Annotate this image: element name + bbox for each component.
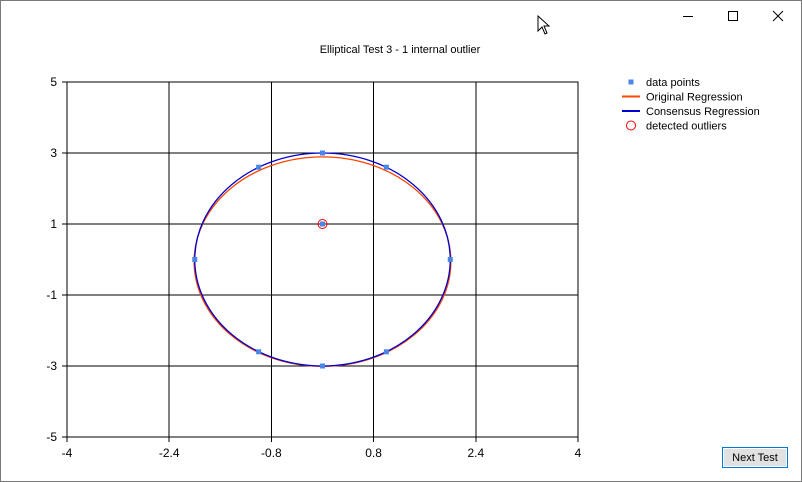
legend-label: detected outliers <box>646 121 727 133</box>
data-point <box>383 164 389 170</box>
data-point <box>320 150 325 156</box>
x-tick-label: 0.8 <box>365 446 382 460</box>
next-test-button[interactable]: Next Test <box>722 447 788 468</box>
chart-svg: -4 -2.4 -0.8 0.8 2.4 4 5 3 1 -1 -3 -5 data points Ori… <box>46 75 760 460</box>
y-tick-label: -3 <box>46 359 57 373</box>
y-tick-label: -5 <box>46 430 57 444</box>
data-point <box>320 363 325 369</box>
y-tick-label: 5 <box>50 75 57 89</box>
x-tick-label: -4 <box>62 446 73 460</box>
plot-area-border <box>66 81 579 438</box>
legend-swatch-outlier <box>626 120 636 131</box>
legend-label: Original Regression <box>646 92 743 104</box>
data-point <box>383 349 389 355</box>
x-tick-label: 2.4 <box>467 446 484 460</box>
legend-label: data points <box>646 77 700 89</box>
x-tick-label: -2.4 <box>159 446 180 460</box>
y-tick-label: 1 <box>50 217 57 231</box>
data-point <box>256 164 262 170</box>
consensus-regression-ellipse <box>194 152 451 367</box>
data-point <box>320 221 325 227</box>
y-tick-label: 3 <box>50 146 57 160</box>
y-tick-label: -1 <box>46 288 57 302</box>
data-point <box>256 349 262 355</box>
x-tick-label: -0.8 <box>261 446 282 460</box>
data-point <box>447 257 453 262</box>
x-tick-label: 4 <box>575 446 582 460</box>
legend-label: Consensus Regression <box>646 106 760 118</box>
data-point <box>192 257 198 262</box>
legend-swatch-data-points <box>628 79 634 85</box>
